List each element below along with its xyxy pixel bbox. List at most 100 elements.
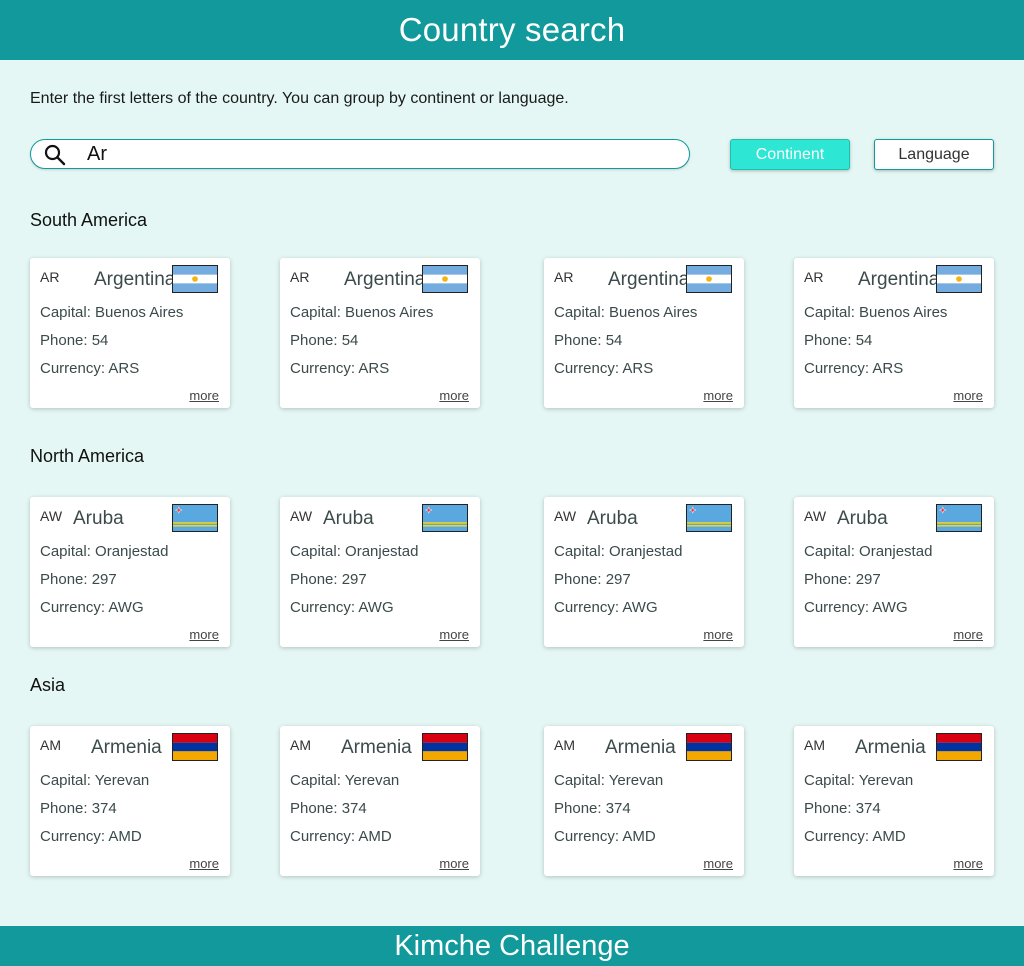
capital-value: Oranjestad (859, 543, 933, 560)
currency-line: Currency: AWG (554, 599, 658, 616)
capital-label: Capital: (554, 543, 610, 560)
country-card: AW Aruba Capital: Oranjestad Phone: 297 Curr… (544, 497, 744, 647)
currency-label: Currency: (290, 599, 359, 616)
currency-value: ARS (872, 360, 904, 377)
phone-line: Phone: 374 (554, 800, 631, 817)
more-link[interactable]: more (189, 388, 219, 403)
capital-line: Capital: Yerevan (554, 772, 663, 789)
currency-line: Currency: AWG (40, 599, 144, 616)
currency-label: Currency: (554, 599, 623, 616)
page-title: Country search (398, 11, 626, 48)
currency-label: Currency: (804, 599, 873, 616)
country-name: Argentina (608, 269, 690, 290)
group-by-continent-button[interactable]: Continent (730, 139, 850, 170)
more-link[interactable]: more (189, 856, 219, 871)
aruba-flag (172, 504, 218, 532)
capital-value: Yerevan (858, 772, 914, 789)
currency-label: Currency: (554, 828, 623, 845)
country-card: AR Argentina Capital: Buenos Aires Phone: 5… (544, 258, 744, 408)
country-name: Armenia (341, 737, 412, 758)
currency-value: AWG (358, 599, 394, 616)
capital-value: Oranjestad (345, 543, 419, 560)
country-card: AR Argentina Capital: Buenos Aires Phone: 5… (794, 258, 994, 408)
phone-value: 297 (855, 571, 881, 588)
country-code: AR (40, 269, 60, 285)
phone-label: Phone: (40, 571, 92, 588)
currency-label: Currency: (40, 828, 109, 845)
aruba-flag (936, 504, 982, 532)
phone-value: 54 (605, 332, 623, 349)
more-link[interactable]: more (953, 856, 983, 871)
currency-label: Currency: (290, 360, 359, 377)
search-box[interactable] (30, 139, 690, 169)
country-code: AM (554, 737, 575, 753)
capital-line: Capital: Oranjestad (554, 543, 682, 560)
page-footer: Kimche Challenge (0, 926, 1024, 966)
phone-line: Phone: 374 (804, 800, 881, 817)
country-code: AM (290, 737, 311, 753)
country-code: AW (40, 508, 63, 524)
more-link[interactable]: more (703, 627, 733, 642)
country-name: Argentina (858, 269, 940, 290)
country-name: Armenia (855, 737, 926, 758)
currency-value: ARS (622, 360, 654, 377)
country-code: AW (554, 508, 577, 524)
capital-label: Capital: (290, 543, 346, 560)
capital-label: Capital: (290, 772, 345, 789)
country-name: Aruba (323, 508, 374, 529)
capital-line: Capital: Yerevan (804, 772, 913, 789)
capital-value: Oranjestad (95, 543, 169, 560)
group-by-language-button[interactable]: Language (874, 139, 994, 170)
country-name: Argentina (94, 269, 176, 290)
more-link[interactable]: more (953, 627, 983, 642)
currency-line: Currency: AMD (290, 828, 392, 845)
currency-label: Currency: (40, 599, 109, 616)
more-link[interactable]: more (439, 627, 469, 642)
currency-line: Currency: ARS (290, 360, 389, 377)
phone-line: Phone: 54 (40, 332, 108, 349)
more-link[interactable]: more (703, 388, 733, 403)
currency-value: ARS (108, 360, 140, 377)
country-card: AM Armenia Capital: Yerevan Phone: 374 Curre… (794, 726, 994, 876)
capital-label: Capital: (40, 543, 96, 560)
capital-label: Capital: (290, 304, 346, 321)
country-name: Armenia (91, 737, 162, 758)
argentina-flag (686, 265, 732, 293)
armenia-flag (422, 733, 468, 761)
currency-value: AMD (872, 828, 906, 845)
more-link[interactable]: more (953, 388, 983, 403)
aruba-flag (422, 504, 468, 532)
country-card: AM Armenia Capital: Yerevan Phone: 374 Curre… (544, 726, 744, 876)
search-input[interactable] (87, 142, 677, 166)
more-link[interactable]: more (189, 627, 219, 642)
capital-label: Capital: (40, 304, 96, 321)
phone-label: Phone: (290, 800, 342, 817)
country-name: Armenia (605, 737, 676, 758)
more-link[interactable]: more (439, 856, 469, 871)
phone-label: Phone: (290, 571, 342, 588)
country-card: AW Aruba Capital: Oranjestad Phone: 297 Curr… (794, 497, 994, 647)
phone-value: 297 (605, 571, 631, 588)
currency-value: AMD (622, 828, 656, 845)
phone-line: Phone: 297 (40, 571, 117, 588)
currency-value: ARS (358, 360, 390, 377)
capital-value: Buenos Aires (609, 304, 698, 321)
country-code: AM (804, 737, 825, 753)
country-code: AR (290, 269, 310, 285)
capital-label: Capital: (804, 772, 859, 789)
capital-line: Capital: Buenos Aires (554, 304, 697, 321)
group-title: North America (30, 446, 145, 466)
currency-line: Currency: AWG (804, 599, 908, 616)
more-link[interactable]: more (703, 856, 733, 871)
currency-value: AWG (872, 599, 908, 616)
country-card: AM Armenia Capital: Yerevan Phone: 374 Curre… (30, 726, 230, 876)
currency-label: Currency: (804, 828, 873, 845)
argentina-flag (172, 265, 218, 293)
phone-label: Phone: (40, 800, 92, 817)
country-code: AW (290, 508, 313, 524)
country-name: Aruba (587, 508, 638, 529)
group-title: Asia (30, 675, 66, 695)
country-card: AR Argentina Capital: Buenos Aires Phone: 5… (30, 258, 230, 408)
phone-label: Phone: (554, 800, 606, 817)
more-link[interactable]: more (439, 388, 469, 403)
